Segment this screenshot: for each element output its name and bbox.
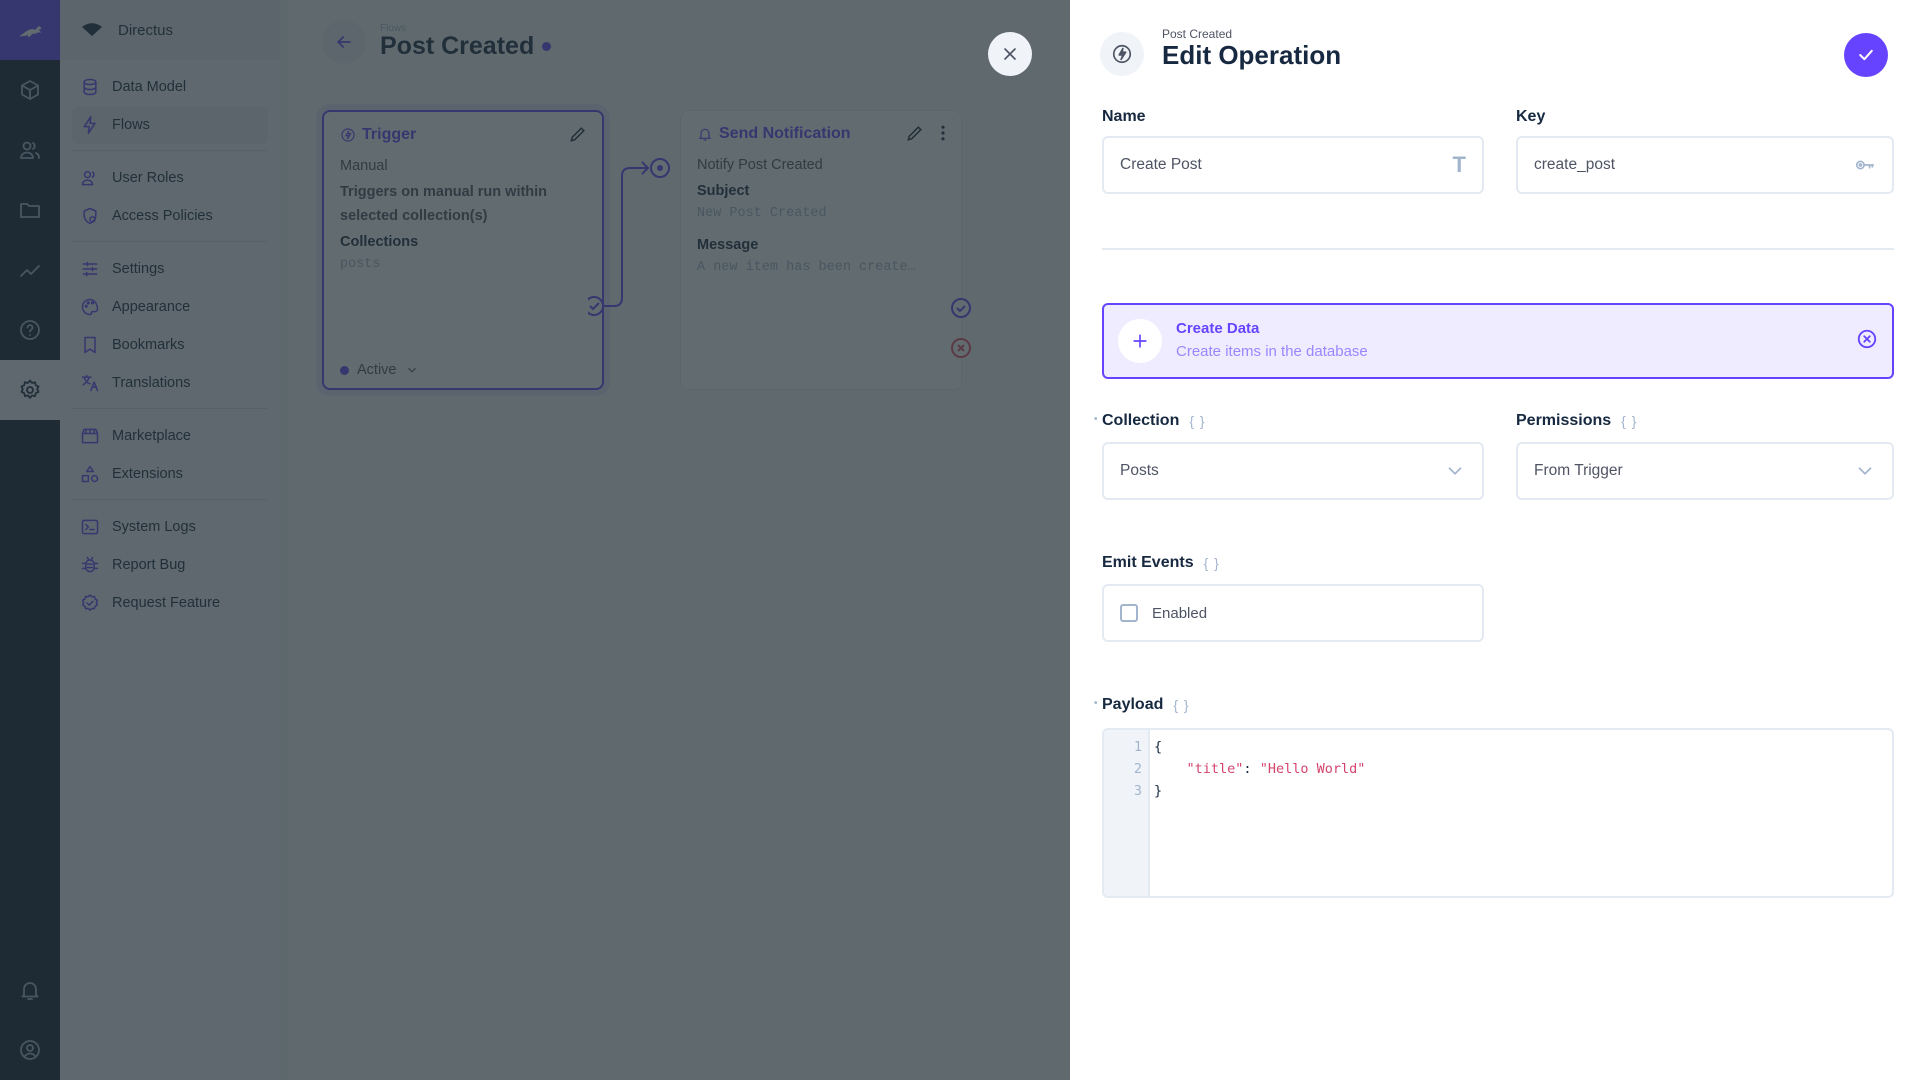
name-label: Name [1102, 108, 1146, 126]
bolt-circle-icon [1112, 44, 1132, 64]
permissions-value: From Trigger [1534, 462, 1623, 479]
chevron-down-icon [1448, 467, 1462, 475]
raw-value-toggle-icon[interactable]: { } [1189, 413, 1205, 429]
collection-label-text: Collection [1102, 412, 1180, 429]
emit-events-label-text: Emit Events [1102, 554, 1194, 571]
line-number: 3 [1133, 783, 1142, 799]
close-icon [1004, 48, 1016, 60]
permissions-select[interactable]: From Trigger [1516, 442, 1894, 500]
text-type-icon: T [1452, 152, 1466, 177]
key-value: create_post [1534, 156, 1615, 173]
payload-label-text: Payload [1102, 696, 1164, 713]
drawer-title: Edit Operation [1162, 40, 1342, 70]
selected-operation[interactable]: Create Data Create items in the database [1102, 303, 1894, 379]
permissions-label: Permissions { } [1516, 412, 1637, 430]
permissions-label-text: Permissions [1516, 412, 1612, 429]
emit-events-label: Emit Events { } [1102, 554, 1220, 572]
code-line: "title": "Hello World" [1186, 761, 1366, 777]
drawer-header-icon [1100, 32, 1144, 76]
close-circle-icon [1857, 329, 1877, 348]
payload-code-editor[interactable]: 1 2 3 { "title": "Hello World"} [1102, 728, 1894, 898]
raw-value-toggle-icon[interactable]: { } [1204, 555, 1220, 571]
required-indicator: • [1094, 698, 1098, 709]
collection-value: Posts [1120, 462, 1159, 479]
save-button[interactable] [1844, 33, 1888, 77]
raw-value-toggle-icon[interactable]: { } [1173, 697, 1189, 713]
section-divider [1102, 248, 1894, 250]
required-indicator: • [1094, 414, 1098, 425]
check-icon [1859, 49, 1873, 61]
line-number: 2 [1133, 761, 1142, 777]
raw-value-toggle-icon[interactable]: { } [1621, 413, 1637, 429]
drawer-breadcrumb: Post Created [1162, 27, 1233, 41]
key-icon [1855, 160, 1875, 170]
collection-label: • Collection { } [1094, 412, 1206, 430]
line-number-gutter: 1 2 3 [1104, 730, 1150, 896]
emit-events-toggle[interactable]: Enabled [1102, 584, 1484, 642]
emit-events-checkbox[interactable] [1120, 604, 1138, 622]
collection-select[interactable]: Posts [1102, 442, 1484, 500]
plus-icon [1118, 319, 1162, 363]
operation-type-name: Create Data [1176, 320, 1260, 337]
clear-operation-button[interactable] [1856, 328, 1878, 355]
line-number: 1 [1133, 739, 1142, 755]
name-label-text: Name [1102, 108, 1146, 125]
close-drawer-button[interactable] [988, 32, 1032, 76]
emit-events-option-label: Enabled [1152, 604, 1208, 622]
key-label: Key [1516, 108, 1545, 126]
operation-type-description: Create items in the database [1176, 343, 1368, 360]
name-value: Create Post [1120, 156, 1202, 173]
name-input[interactable]: Create Post T [1102, 136, 1484, 194]
key-input[interactable]: create_post [1516, 136, 1894, 194]
chevron-down-icon [1858, 467, 1872, 475]
key-label-text: Key [1516, 108, 1546, 125]
code-line: { [1154, 739, 1163, 755]
payload-label: • Payload { } [1094, 696, 1190, 714]
code-line: } [1154, 783, 1163, 799]
code-content[interactable]: { "title": "Hello World"} [1150, 730, 1365, 896]
edit-operation-drawer: Post Created Edit Operation Name Create … [1070, 0, 1920, 1080]
